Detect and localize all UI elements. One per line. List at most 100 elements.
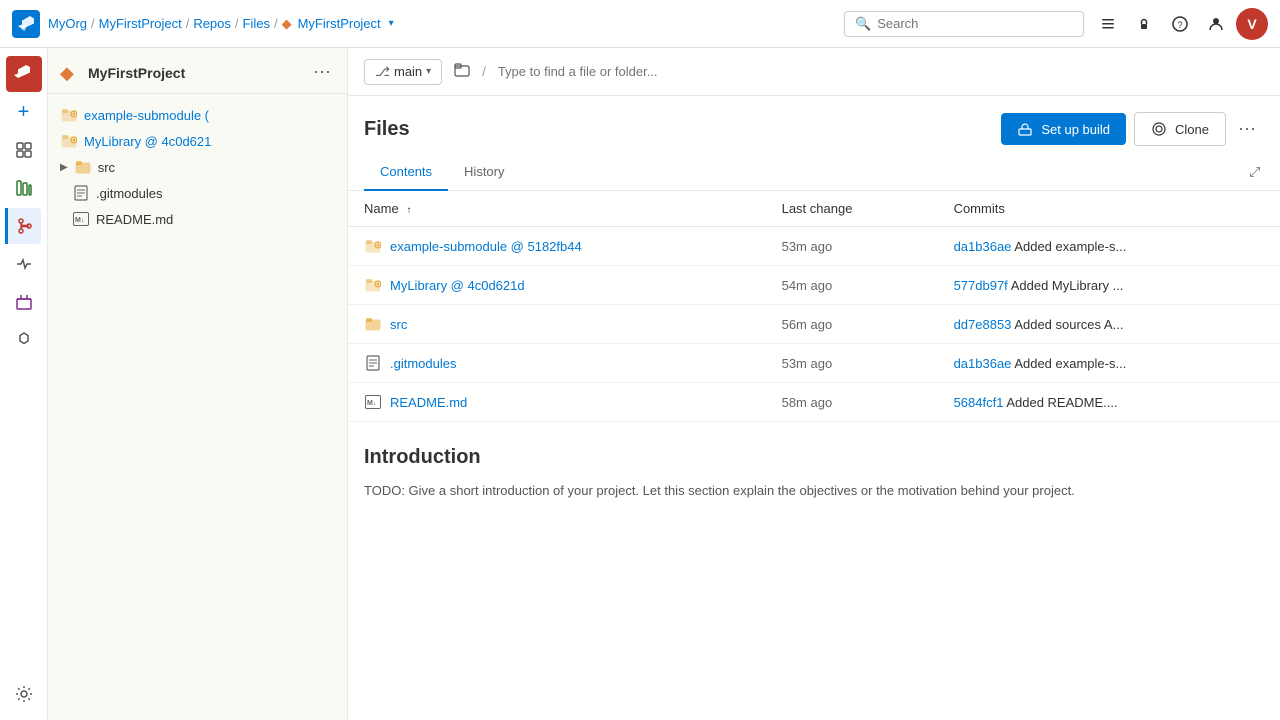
commit-message: Added MyLibrary ...	[1011, 278, 1124, 293]
files-header: Files Set up build Clone ⋯	[348, 96, 1280, 154]
breadcrumb-current-project[interactable]: ◆ MyFirstProject ▾	[282, 16, 394, 32]
sidebar-item-repos[interactable]	[5, 208, 41, 244]
sidebar-more-button[interactable]: ⋯	[309, 60, 335, 85]
user-settings-icon-btn[interactable]	[1200, 8, 1232, 40]
tab-history[interactable]: History	[448, 154, 520, 191]
branch-selector[interactable]: ⎇ main ▾	[364, 59, 442, 85]
file-name-link[interactable]: MyLibrary @ 4c0d621d	[390, 278, 525, 293]
file-type-icon	[364, 237, 382, 255]
nav-icons: ? V	[1092, 8, 1268, 40]
azure-devops-logo[interactable]	[12, 10, 40, 38]
submodule-icon	[60, 106, 78, 124]
global-search[interactable]: 🔍	[844, 11, 1084, 37]
file-name-link[interactable]: .gitmodules	[390, 356, 456, 371]
tree-item-submodule2[interactable]: MyLibrary @ 4c0d621	[48, 128, 347, 154]
commits-cell: 577db97f Added MyLibrary ...	[938, 266, 1280, 305]
tree-item-readme[interactable]: M↓ README.md	[48, 206, 347, 232]
svg-text:M↓: M↓	[75, 217, 84, 224]
tree-label-submodule1: example-submodule (	[84, 108, 209, 123]
branch-name: main	[394, 64, 422, 79]
last-change-cell: 54m ago	[766, 266, 938, 305]
folder-icon	[74, 158, 92, 176]
tab-contents[interactable]: Contents	[364, 154, 448, 191]
file-tree: example-submodule ( MyLibrary @ 4c0d621 …	[48, 94, 347, 240]
commit-hash-link[interactable]: 5684fcf1	[954, 395, 1004, 410]
last-change-cell: 53m ago	[766, 227, 938, 266]
submodule2-icon	[60, 132, 78, 150]
project-diamond-icon: ◆	[282, 16, 292, 32]
commit-hash-link[interactable]: da1b36ae	[954, 356, 1012, 371]
more-options-button[interactable]: ⋯	[1230, 115, 1264, 144]
branch-bar: ⎇ main ▾ /	[348, 48, 1280, 96]
sidebar-item-artifacts[interactable]	[6, 322, 42, 358]
breadcrumb-org[interactable]: MyOrg	[48, 16, 87, 31]
breadcrumb-files[interactable]: Files	[243, 16, 270, 31]
setup-build-button[interactable]: Set up build	[1001, 113, 1126, 145]
file-type-icon	[364, 315, 382, 333]
file-type-icon	[364, 354, 382, 372]
file-doc-icon	[72, 184, 90, 202]
tree-label-readme: README.md	[96, 212, 173, 227]
sidebar-item-overview[interactable]	[6, 132, 42, 168]
commit-message: Added example-s...	[1014, 356, 1126, 371]
commit-hash-link[interactable]: da1b36ae	[954, 239, 1012, 254]
sidebar-item-pipelines[interactable]	[6, 246, 42, 282]
file-name-link[interactable]: README.md	[390, 395, 467, 410]
tree-item-src[interactable]: ▶ src	[48, 154, 347, 180]
sidebar-item-testplans[interactable]	[6, 284, 42, 320]
search-magnifier-icon: 🔍	[855, 16, 871, 32]
main-content: ⎇ main ▾ / Files Set up build Clone ⋯	[348, 48, 1280, 720]
readme-section: Introduction TODO: Give a short introduc…	[348, 422, 1280, 526]
search-input[interactable]	[877, 16, 1073, 31]
breadcrumb-sep2: /	[186, 16, 190, 31]
markdown-icon: M↓	[72, 210, 90, 228]
settings-icon-btn[interactable]	[6, 676, 42, 712]
table-row: src 56m ago dd7e8853 Added sources A...	[348, 305, 1280, 344]
path-sep: /	[482, 64, 486, 79]
sidebar-item-boards[interactable]	[6, 56, 42, 92]
commit-hash-link[interactable]: dd7e8853	[954, 317, 1012, 332]
table-row: example-submodule @ 5182fb44 53m ago da1…	[348, 227, 1280, 266]
task-list-icon-btn[interactable]	[1092, 8, 1124, 40]
sort-icon: ↑	[406, 205, 411, 216]
commit-message: Added README....	[1006, 395, 1117, 410]
file-name-link[interactable]: example-submodule @ 5182fb44	[390, 239, 582, 254]
tree-expand-icon: ▶	[60, 162, 68, 173]
readme-text: TODO: Give a short introduction of your …	[364, 481, 1264, 502]
clone-button[interactable]: Clone	[1134, 112, 1226, 146]
commits-cell: da1b36ae Added example-s...	[938, 344, 1280, 383]
breadcrumb-repos[interactable]: Repos	[193, 16, 231, 31]
col-commits-header: Commits	[938, 191, 1280, 227]
commit-message: Added sources A...	[1014, 317, 1123, 332]
svg-text:?: ?	[1178, 20, 1183, 30]
sidebar-item-boards2[interactable]	[6, 170, 42, 206]
last-change-cell: 56m ago	[766, 305, 938, 344]
expand-button[interactable]: ⤢	[1245, 154, 1264, 190]
add-button[interactable]: +	[6, 94, 42, 130]
commit-hash-link[interactable]: 577db97f	[954, 278, 1008, 293]
breadcrumb-chevron-icon: ▾	[389, 18, 394, 29]
file-type-icon: M↓	[364, 393, 382, 411]
tree-item-gitmodules[interactable]: .gitmodules	[48, 180, 347, 206]
file-table: Name ↑ Last change Commits example-submo…	[348, 191, 1280, 422]
file-search-input[interactable]	[494, 60, 1264, 83]
last-change-cell: 58m ago	[766, 383, 938, 422]
help-icon-btn[interactable]: ?	[1164, 8, 1196, 40]
breadcrumb: MyOrg / MyFirstProject / Repos / Files /…	[48, 16, 394, 32]
breadcrumb-project[interactable]: MyFirstProject	[99, 16, 182, 31]
file-sidebar: ◆ MyFirstProject ⋯ example-submodule ( M…	[48, 48, 348, 720]
last-change-cell: 53m ago	[766, 344, 938, 383]
svg-text:M↓: M↓	[367, 400, 376, 407]
sidebar-header: ◆ MyFirstProject ⋯	[48, 48, 347, 94]
top-nav: MyOrg / MyFirstProject / Repos / Files /…	[0, 0, 1280, 48]
tree-item-submodule1[interactable]: example-submodule (	[48, 102, 347, 128]
breadcrumb-sep1: /	[91, 16, 95, 31]
col-name-header[interactable]: Name ↑	[348, 191, 766, 227]
breadcrumb-sep3: /	[235, 16, 239, 31]
avatar[interactable]: V	[1236, 8, 1268, 40]
branch-chevron-icon: ▾	[426, 66, 431, 77]
file-name-link[interactable]: src	[390, 317, 407, 332]
folder-browse-button[interactable]	[450, 58, 474, 85]
lock-icon-btn[interactable]	[1128, 8, 1160, 40]
table-row: M↓ README.md 58m ago 5684fcf1 Added READ…	[348, 383, 1280, 422]
